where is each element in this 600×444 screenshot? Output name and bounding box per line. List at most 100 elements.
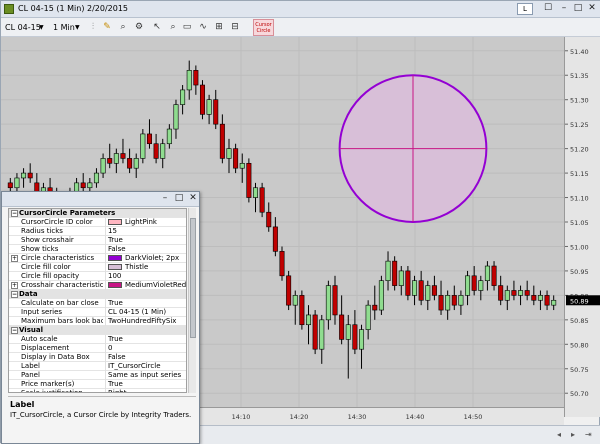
property-value[interactable]: False	[105, 353, 186, 362]
property-value[interactable]: Same as input series	[105, 371, 186, 380]
property-value-text: LightPink	[125, 218, 157, 226]
property-value[interactable]: True	[105, 299, 186, 308]
property-row[interactable]: Radius ticks 15	[9, 227, 186, 236]
property-row[interactable]: Auto scale True	[9, 335, 186, 344]
property-value[interactable]: Right	[105, 389, 186, 392]
property-row[interactable]: Price marker(s) True	[9, 380, 186, 389]
collapse-icon[interactable]: −	[11, 210, 18, 217]
cursor-circle-button[interactable]: Cursor Circle	[253, 19, 274, 36]
candle-body	[445, 295, 451, 311]
property-row[interactable]: Show crosshair True	[9, 236, 186, 245]
crosshair-tool-icon[interactable]: ↖	[151, 22, 163, 33]
indicators-icon[interactable]: ∿	[197, 22, 209, 33]
candle-body	[378, 280, 384, 311]
candle-body	[80, 182, 86, 189]
maximize-icon[interactable]: □	[571, 3, 585, 15]
property-row[interactable]: Scale justification Right	[9, 389, 186, 392]
property-value[interactable]: 100	[105, 272, 186, 281]
property-row[interactable]: Calculate on bar close True	[9, 299, 186, 308]
price-tick-label: 50.70	[570, 390, 589, 398]
property-value[interactable]: True	[105, 236, 186, 245]
price-tick-label: 51.05	[570, 219, 589, 227]
property-name: Show crosshair	[21, 236, 74, 244]
property-grid-scrollbar[interactable]	[188, 208, 196, 393]
link-mode-button[interactable]: L	[517, 3, 533, 15]
property-row[interactable]: Panel Same as input series	[9, 371, 186, 380]
expand-icon[interactable]: +	[11, 282, 18, 289]
property-value[interactable]: 15	[105, 227, 186, 236]
property-value-text: DarkViolet; 2px	[125, 254, 180, 262]
title-bar[interactable]: CL 04-15 (1 Min) 2/20/2015 L ☐ – □ ✕	[1, 1, 600, 18]
property-row[interactable]: Label IT_CursorCircle	[9, 362, 186, 371]
property-row[interactable]: Circle fill opacity 100	[9, 272, 186, 281]
strategies-icon[interactable]: ⊞	[213, 22, 225, 33]
collapse-icon[interactable]: −	[11, 327, 18, 334]
candle-body	[458, 295, 464, 306]
candle-body	[325, 285, 331, 321]
bars-type-icon[interactable]: ⫶	[87, 22, 99, 33]
property-value[interactable]: LightPink	[105, 218, 186, 227]
data-box-icon[interactable]: ▭	[181, 22, 193, 33]
property-value[interactable]: DarkViolet; 2px	[105, 254, 186, 263]
property-value[interactable]: True	[105, 335, 186, 344]
property-row[interactable]: CursorCircle ID color LightPink	[9, 218, 186, 227]
property-name: CursorCircle ID color	[21, 218, 93, 226]
property-row[interactable]: Maximum bars look back TwoHundredFiftySix	[9, 317, 186, 326]
property-value[interactable]: True	[105, 380, 186, 389]
property-value-text: False	[108, 353, 126, 361]
panel-maximize-icon[interactable]: □	[172, 193, 186, 205]
collapse-icon[interactable]: −	[11, 291, 18, 298]
price-axis[interactable]: 51.40 51.35 51.30 51.25 51.20 51.15 51.10 51.05…	[564, 37, 600, 417]
panel-minimize-icon[interactable]: –	[158, 193, 172, 205]
property-category[interactable]: − CursorCircle Parameters	[9, 209, 186, 218]
property-row[interactable]: Display in Data Box False	[9, 353, 186, 362]
minimize-icon[interactable]: –	[557, 3, 571, 15]
scroll-end-icon[interactable]: ⇥	[585, 430, 592, 439]
property-category[interactable]: − Data	[9, 290, 186, 299]
search-icon[interactable]: ⌕	[167, 22, 179, 33]
price-tick-label: 50.95	[570, 268, 589, 276]
property-row[interactable]: Displacement 0	[9, 344, 186, 353]
candle-body	[339, 314, 345, 340]
price-tick-label: 51.25	[570, 121, 589, 129]
expand-icon[interactable]: +	[11, 255, 18, 262]
property-row[interactable]: Input series CL 04-15 (1 Min)	[9, 308, 186, 317]
property-value[interactable]: 0	[105, 344, 186, 353]
scrollbar-thumb[interactable]	[190, 218, 196, 338]
property-value[interactable]: MediumVioletRed; 1p	[105, 281, 186, 290]
property-value[interactable]: False	[105, 245, 186, 254]
candle-body	[7, 182, 13, 189]
candle-body	[524, 290, 530, 296]
property-grid[interactable]: − CursorCircle Parameters CursorCircle ID …	[8, 208, 187, 393]
interval-dropdown-icon[interactable]: ▼	[75, 21, 80, 34]
property-value[interactable]: CL 04-15 (1 Min)	[105, 308, 186, 317]
candle-body	[206, 99, 212, 115]
close-icon[interactable]: ✕	[585, 3, 599, 15]
property-category[interactable]: − Visual	[9, 326, 186, 335]
window-title: CL 04-15 (1 Min) 2/20/2015	[18, 4, 129, 13]
drawing-tool-icon[interactable]: ✎	[101, 22, 113, 33]
property-value[interactable]: TwoHundredFiftySix	[105, 317, 186, 326]
scroll-right-icon[interactable]: ▸	[571, 430, 575, 439]
candle-body	[551, 299, 557, 306]
chart-trader-icon[interactable]: ⊟	[229, 22, 241, 33]
property-row[interactable]: Show ticks False	[9, 245, 186, 254]
property-row[interactable]: + Crosshair characteristics MediumVioletRe…	[9, 281, 186, 290]
scroll-left-icon[interactable]: ◂	[557, 430, 561, 439]
instrument-selector[interactable]: CL 04-15	[5, 21, 41, 34]
candle-body	[180, 89, 186, 105]
properties-icon[interactable]: ⚙	[133, 22, 145, 33]
property-value[interactable]: Thistle	[105, 263, 186, 272]
property-value[interactable]: IT_CursorCircle	[105, 362, 186, 371]
last-price-label: 50.89	[570, 297, 589, 305]
panel-close-icon[interactable]: ✕	[186, 193, 200, 205]
category-title: CursorCircle Parameters	[19, 209, 116, 217]
property-row[interactable]: + Circle characteristics DarkViolet; 2px	[9, 254, 186, 263]
candle-body	[266, 211, 272, 228]
interval-selector[interactable]: 1 Min	[53, 21, 75, 34]
zoom-icon[interactable]: ⌕	[117, 22, 129, 33]
restore-small-icon[interactable]: ☐	[541, 3, 555, 15]
instrument-dropdown-icon[interactable]: ▼	[39, 21, 44, 34]
property-row[interactable]: Circle fill color Thistle	[9, 263, 186, 272]
panel-title-bar[interactable]: – □ ✕	[2, 192, 199, 207]
